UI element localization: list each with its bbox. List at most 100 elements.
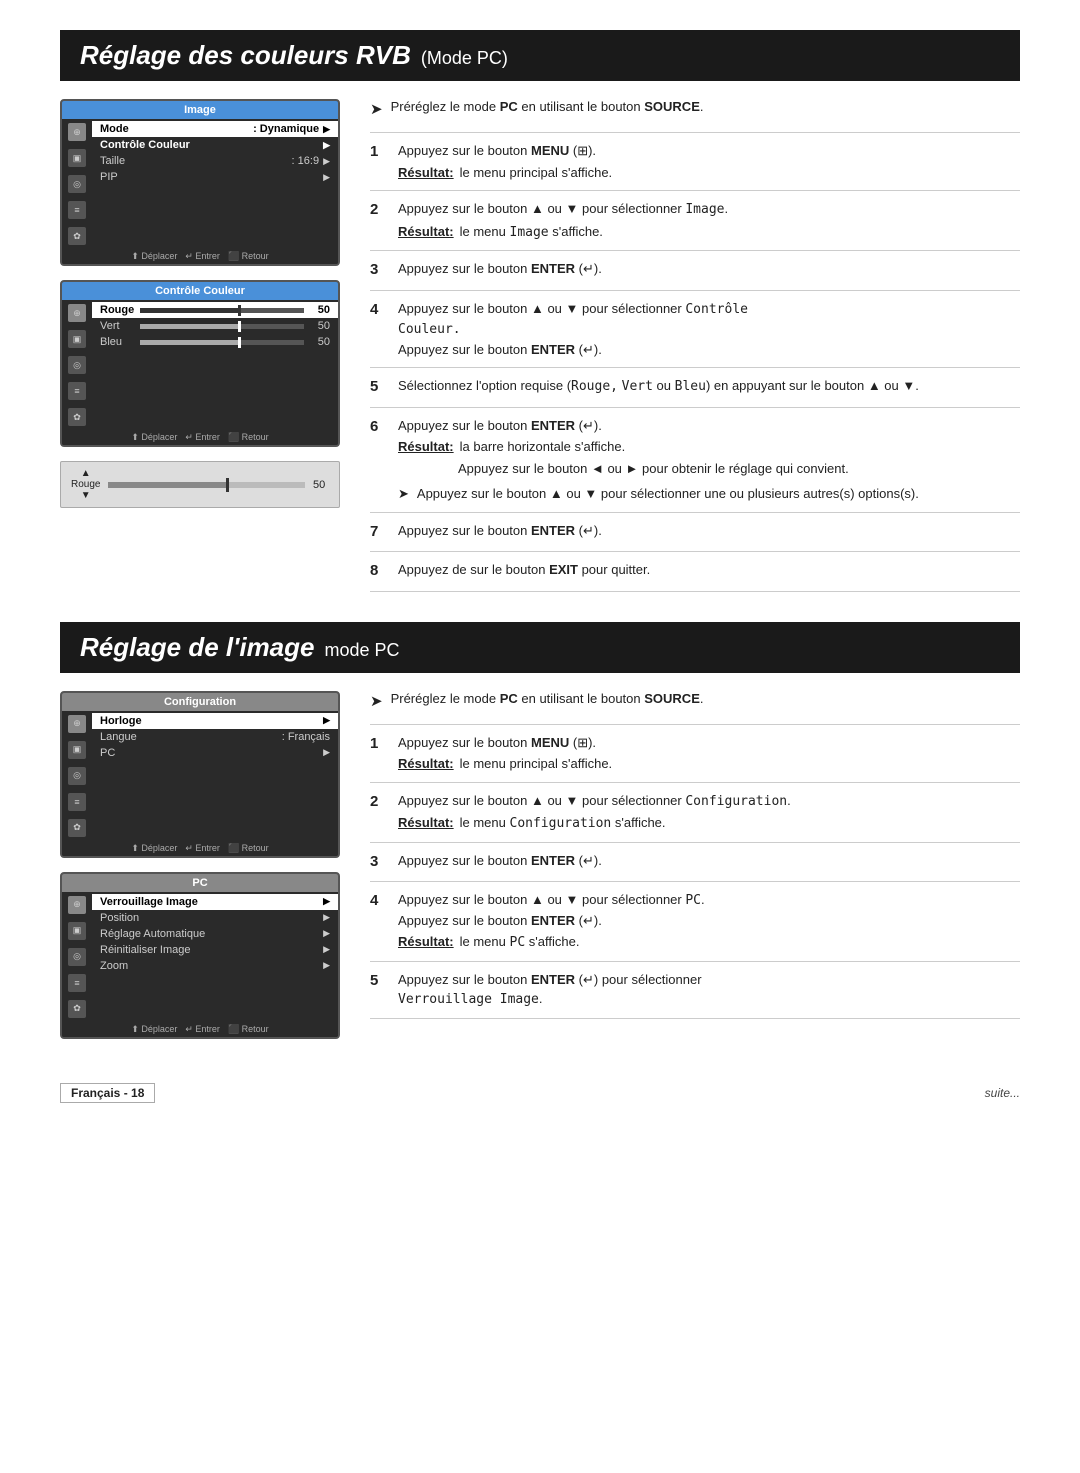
tv-screen2-title: Contrôle Couleur — [62, 282, 338, 300]
tv-pc-icon2: ▣ — [68, 922, 86, 940]
tv-icons-col: ⊕ ▣ ◎ ≡ ✿ — [62, 119, 92, 249]
tv-icon-4: ≡ — [68, 201, 86, 219]
rouge-bar — [140, 308, 304, 313]
section2-prereq-arrow: ➤ — [370, 692, 383, 710]
tv-cfg-footer: ⬆ Déplacer ↵ Entrer ⬛ Retour — [62, 841, 338, 856]
prereq-arrow-icon: ➤ — [370, 100, 383, 118]
tv-icon2-1: ⊕ — [68, 304, 86, 322]
tv-pc-reglage-auto: Réglage Automatique ▶ — [92, 926, 338, 942]
s2-step5: 5 Appuyez sur le bouton ENTER (↵) pour s… — [370, 961, 1020, 1019]
tv-icons-pc: ⊕ ▣ ◎ ≡ ✿ — [62, 892, 92, 1022]
tv-cfg-icon4: ≡ — [68, 793, 86, 811]
s2-step2-result: Résultat: le menu Configuration s'affich… — [398, 813, 1020, 834]
section1-header: Réglage des couleurs RVB (Mode PC) — [60, 30, 1020, 81]
tv-screen1-items: Mode : Dynamique ▶ Contrôle Couleur ▶ Ta… — [92, 119, 338, 249]
tv-item-controle-couleur: Contrôle Couleur ▶ — [92, 137, 338, 153]
tv-cfg-icon2: ▣ — [68, 741, 86, 759]
tv-icon-1: ⊕ — [68, 123, 86, 141]
tv-icons-col2: ⊕ ▣ ◎ ≡ ✿ — [62, 300, 92, 430]
tv-icon2-4: ≡ — [68, 382, 86, 400]
tv-screen1-title: Image — [62, 101, 338, 119]
rouge-outer-bar — [108, 482, 305, 488]
section2-main-title: Réglage de l'image — [80, 632, 314, 663]
step7: 7 Appuyez sur le bouton ENTER (↵). — [370, 512, 1020, 552]
section2: Réglage de l'image mode PC Configuration… — [60, 622, 1020, 1053]
s2-step1-result: Résultat: le menu principal s'affiche. — [398, 754, 1020, 774]
tv-pc-icon1: ⊕ — [68, 896, 86, 914]
tv-color-rouge: Rouge 50 — [92, 302, 338, 318]
section1-sub-title: (Mode PC) — [421, 48, 508, 69]
tv-icon-2: ▣ — [68, 149, 86, 167]
tv-cfg-horloge: Horloge ▶ — [92, 713, 338, 729]
section2-screens: Configuration ⊕ ▣ ◎ ≡ ✿ Horloge ▶ — [60, 691, 340, 1053]
step6-result: Résultat: la barre horizontale s'affiche… — [398, 437, 1020, 457]
tv-cfg-icon1: ⊕ — [68, 715, 86, 733]
tv-pc-footer: ⬆ Déplacer ↵ Entrer ⬛ Retour — [62, 1022, 338, 1037]
rouge-bar-screen: ▲ Rouge ▼ 50 — [60, 461, 340, 508]
s2-step4: 4 Appuyez sur le bouton ▲ ou ▼ pour séle… — [370, 881, 1020, 961]
tv-pc-icon4: ≡ — [68, 974, 86, 992]
tv-screen2-items: Rouge 50 Vert — [92, 300, 338, 430]
section2-header: Réglage de l'image mode PC — [60, 622, 1020, 673]
tv-pc-items: Verrouillage Image ▶ Position ▶ Réglage … — [92, 892, 338, 1022]
step1: 1 Appuyez sur le bouton MENU (⊞). Résult… — [370, 132, 1020, 190]
tv-cfg-pc: PC ▶ — [92, 745, 338, 761]
s2-step3: 3 Appuyez sur le bouton ENTER (↵). — [370, 842, 1020, 882]
step6-arrow-note: ➤ Appuyez sur le bouton ▲ ou ▼ pour séle… — [398, 484, 1020, 504]
suite-label: suite... — [985, 1086, 1020, 1100]
tv-icon2-2: ▣ — [68, 330, 86, 348]
tv-screen-pc: PC ⊕ ▣ ◎ ≡ ✿ Verrouillage Image ▶ — [60, 872, 340, 1039]
s2-step2: 2 Appuyez sur le bouton ▲ ou ▼ pour séle… — [370, 782, 1020, 842]
vert-bar — [140, 324, 304, 329]
tv-pc-reinitialiser: Réinitialiser Image ▶ — [92, 942, 338, 958]
tv-icon-5: ✿ — [68, 227, 86, 245]
page-footer-row: Français - 18 suite... — [60, 1083, 1020, 1103]
tv-screen-config: Configuration ⊕ ▣ ◎ ≡ ✿ Horloge ▶ — [60, 691, 340, 858]
rouge-label: ▲ Rouge ▼ — [71, 468, 100, 501]
tv-icon-3: ◎ — [68, 175, 86, 193]
tv-screen-image: Image ⊕ ▣ ◎ ≡ ✿ Mode : Dynamique ▶ — [60, 99, 340, 266]
s2-step4-result: Résultat: le menu PC s'affiche. — [398, 932, 1020, 953]
section1-screens: Image ⊕ ▣ ◎ ≡ ✿ Mode : Dynamique ▶ — [60, 99, 340, 592]
page-number: Français - 18 — [60, 1083, 155, 1103]
step8: 8 Appuyez de sur le bouton EXIT pour qui… — [370, 551, 1020, 592]
tv-icon2-3: ◎ — [68, 356, 86, 374]
tv-config-items: Horloge ▶ Langue : Français PC ▶ — [92, 711, 338, 841]
tv-screen1-footer: ⬆ Déplacer ↵ Entrer ⬛ Retour — [62, 249, 338, 264]
tv-pc-icon3: ◎ — [68, 948, 86, 966]
tv-item-mode: Mode : Dynamique ▶ — [92, 121, 338, 137]
rouge-fill — [108, 482, 226, 488]
step5: 5 Sélectionnez l'option requise (Rouge, … — [370, 367, 1020, 407]
tv-screen2-footer: ⬆ Déplacer ↵ Entrer ⬛ Retour — [62, 430, 338, 445]
tv-screen-config-title: Configuration — [62, 693, 338, 711]
bleu-bar — [140, 340, 304, 345]
tv-icon2-5: ✿ — [68, 408, 86, 426]
step3: 3 Appuyez sur le bouton ENTER (↵). — [370, 250, 1020, 290]
section1-prereq: ➤ Préréglez le mode PC en utilisant le b… — [370, 99, 1020, 118]
tv-pc-verrouillage: Verrouillage Image ▶ — [92, 894, 338, 910]
step2-result: Résultat: le menu Image s'affiche. — [398, 222, 1020, 243]
step2: 2 Appuyez sur le bouton ▲ ou ▼ pour séle… — [370, 190, 1020, 250]
tv-color-bleu: Bleu 50 — [92, 334, 338, 350]
tv-cfg-langue: Langue : Français — [92, 729, 338, 745]
tv-pc-zoom: Zoom ▶ — [92, 958, 338, 974]
section1-main-title: Réglage des couleurs RVB — [80, 40, 411, 71]
tv-screen-controle-couleur: Contrôle Couleur ⊕ ▣ ◎ ≡ ✿ Rouge — [60, 280, 340, 447]
section1-instructions: ➤ Préréglez le mode PC en utilisant le b… — [370, 99, 1020, 592]
section2-instructions: ➤ Préréglez le mode PC en utilisant le b… — [370, 691, 1020, 1053]
rouge-value: 50 — [313, 479, 329, 491]
step6: 6 Appuyez sur le bouton ENTER (↵). Résul… — [370, 407, 1020, 512]
tv-icons-cfg: ⊕ ▣ ◎ ≡ ✿ — [62, 711, 92, 841]
tv-cfg-icon3: ◎ — [68, 767, 86, 785]
step4: 4 Appuyez sur le bouton ▲ ou ▼ pour séle… — [370, 290, 1020, 368]
tv-screen-pc-title: PC — [62, 874, 338, 892]
tv-item-taille: Taille : 16:9 ▶ — [92, 153, 338, 169]
section2-prereq: ➤ Préréglez le mode PC en utilisant le b… — [370, 691, 1020, 710]
rouge-marker — [226, 478, 229, 492]
tv-pc-position: Position ▶ — [92, 910, 338, 926]
tv-item-pip: PIP ▶ — [92, 169, 338, 185]
tv-pc-icon5: ✿ — [68, 1000, 86, 1018]
tv-cfg-icon5: ✿ — [68, 819, 86, 837]
tv-color-vert: Vert 50 — [92, 318, 338, 334]
step1-result: Résultat: le menu principal s'affiche. — [398, 163, 1020, 183]
